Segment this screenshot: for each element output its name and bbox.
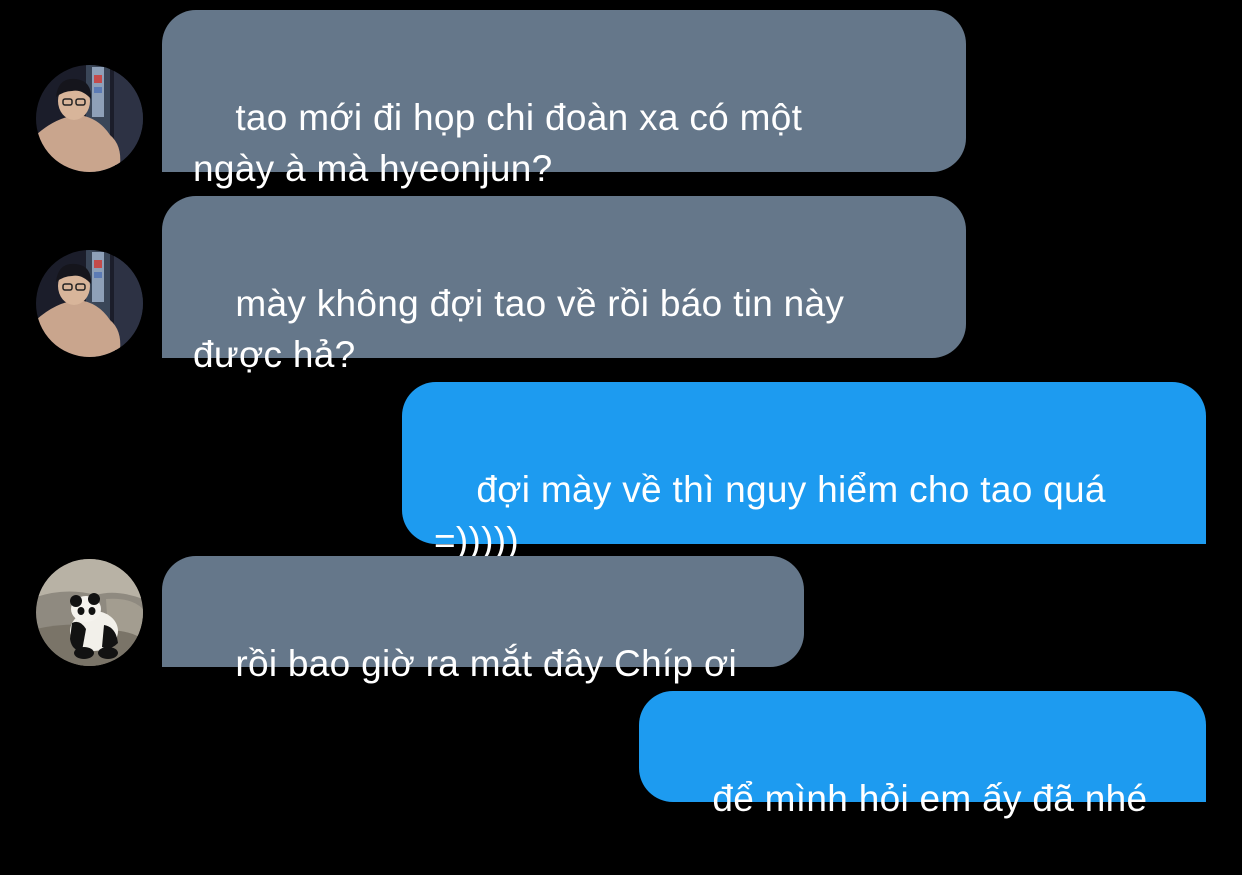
sender-avatar[interactable] — [36, 65, 143, 172]
message-text: để mình hỏi em ấy đã nhé — [712, 778, 1148, 819]
sender-avatar[interactable] — [36, 559, 143, 666]
incoming-message-bubble[interactable]: mày không đợi tao về rồi báo tin này đượ… — [162, 196, 966, 375]
incoming-message-bubble[interactable]: tao mới đi họp chi đoàn xa có một ngày à… — [162, 10, 966, 189]
incoming-message-bubble[interactable]: rồi bao giờ ra mắt đây Chíp ơi — [162, 556, 804, 684]
sender-avatar[interactable] — [36, 250, 143, 357]
message-text: rồi bao giờ ra mắt đây Chíp ơi — [235, 643, 738, 684]
person-avatar-image — [36, 65, 143, 172]
message-text: đợi mày về thì nguy hiểm cho tao quá =))… — [434, 469, 1106, 561]
outgoing-message-bubble[interactable]: đợi mày về thì nguy hiểm cho tao quá =))… — [402, 382, 1206, 561]
message-text: mày không đợi tao về rồi báo tin này đượ… — [193, 283, 845, 375]
panda-avatar-image — [36, 559, 143, 666]
outgoing-message-bubble[interactable]: để mình hỏi em ấy đã nhé — [639, 691, 1206, 819]
person-avatar-image — [36, 250, 143, 357]
message-text: tao mới đi họp chi đoàn xa có một ngày à… — [193, 97, 803, 189]
